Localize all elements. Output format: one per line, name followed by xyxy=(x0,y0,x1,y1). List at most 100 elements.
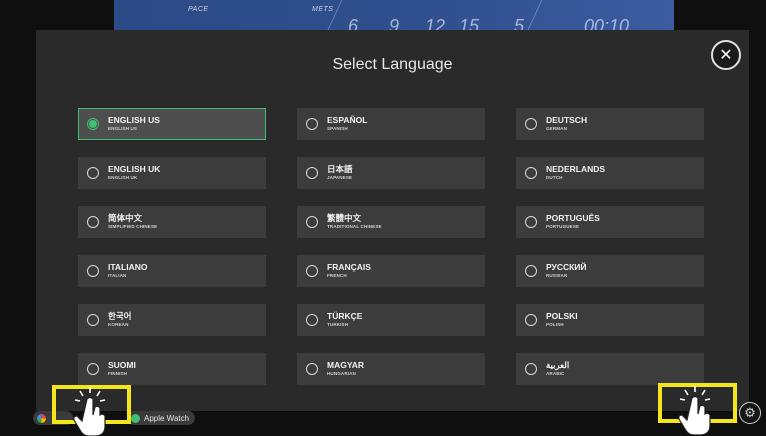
apple-watch-icon xyxy=(131,413,140,423)
language-name: 한국어 xyxy=(108,311,132,322)
radio-button[interactable] xyxy=(87,363,99,375)
language-text: العربية ARABIC xyxy=(546,361,569,376)
language-text: 한국어 KOREAN xyxy=(108,312,131,327)
modal-title: Select Language xyxy=(332,56,453,73)
radio-button[interactable] xyxy=(306,265,318,277)
radio-button[interactable] xyxy=(87,216,99,228)
radio-button[interactable] xyxy=(525,167,537,179)
language-option[interactable]: ESPAÑOL SPANISH xyxy=(297,108,485,140)
language-option[interactable]: NEDERLANDS DUTCH xyxy=(516,157,704,189)
settings-button[interactable]: ⚙ xyxy=(739,402,761,424)
workout-stats-banner: PACE METS 6 9 12 15 5 00:10 xyxy=(114,0,674,32)
language-name: DEUTSCH xyxy=(546,115,588,126)
language-subtitle: ARABIC xyxy=(546,370,565,376)
radio-button[interactable] xyxy=(525,118,537,130)
language-option[interactable]: 日本語 JAPANESE xyxy=(297,157,485,189)
language-name: PORTUGUÊS xyxy=(546,213,600,224)
language-text: ESPAÑOL SPANISH xyxy=(327,116,367,131)
language-option[interactable]: TÜRKÇE TURKISH xyxy=(297,304,485,336)
language-modal: Select Language ✕ ENGLISH US ENGLISH US ES… xyxy=(36,30,749,411)
mets-label: METS xyxy=(312,6,334,13)
language-option[interactable]: PORTUGUÊS PORTUGUESE xyxy=(516,206,704,238)
language-text: ENGLISH US ENGLISH US xyxy=(108,116,160,131)
apple-watch-button[interactable]: Apple Watch xyxy=(127,411,196,425)
radio-button[interactable] xyxy=(306,118,318,130)
close-button[interactable]: ✕ xyxy=(711,40,741,70)
radio-button[interactable] xyxy=(306,216,318,228)
language-name: MAGYAR xyxy=(327,360,364,371)
language-option[interactable]: ITALIANO ITALIAN xyxy=(78,255,266,287)
language-option[interactable]: SUOMI FINNISH xyxy=(78,353,266,385)
radio-button[interactable] xyxy=(87,118,99,130)
language-subtitle: JAPANESE xyxy=(327,174,353,180)
language-subtitle: SIMPLIFIED CHINESE xyxy=(108,223,158,229)
language-name: 繁體中文 xyxy=(327,213,362,224)
radio-button[interactable] xyxy=(87,314,99,326)
language-name: 日本語 xyxy=(327,164,353,175)
language-option[interactable]: FRANÇAIS FRENCH xyxy=(297,255,485,287)
close-icon: ✕ xyxy=(719,47,733,64)
radio-button[interactable] xyxy=(306,363,318,375)
language-option[interactable]: 한국어 KOREAN xyxy=(78,304,266,336)
language-subtitle: DUTCH xyxy=(546,174,563,180)
pointing-hand-icon xyxy=(73,387,106,436)
language-name: ITALIANO xyxy=(108,262,148,273)
radio-button[interactable] xyxy=(87,167,99,179)
language-option[interactable]: РУССКИЙ RUSSIAN xyxy=(516,255,704,287)
language-grid: ENGLISH US ENGLISH US ESPAÑOL SPANISH DEUTSC… xyxy=(78,108,704,385)
language-name: ENGLISH US xyxy=(108,115,160,126)
pace-label: PACE xyxy=(188,6,209,13)
apple-watch-label: Apple Watch xyxy=(144,413,190,423)
language-subtitle: POLISH xyxy=(546,321,564,327)
language-option[interactable]: ENGLISH UK ENGLISH UK xyxy=(78,157,266,189)
language-option[interactable]: 简体中文 SIMPLIFIED CHINESE xyxy=(78,206,266,238)
language-subtitle: ITALIAN xyxy=(108,272,127,278)
language-text: TÜRKÇE TURKISH xyxy=(327,312,362,327)
language-subtitle: ENGLISH US xyxy=(108,125,138,131)
pointing-hand-icon xyxy=(678,386,711,435)
radio-dot xyxy=(89,120,97,128)
language-name: POLSKI xyxy=(546,311,578,322)
language-text: РУССКИЙ RUSSIAN xyxy=(546,263,587,278)
language-text: 繁體中文 TRADITIONAL CHINESE xyxy=(327,214,382,229)
radio-button[interactable] xyxy=(306,167,318,179)
language-option[interactable]: MAGYAR HUNGARIAN xyxy=(297,353,485,385)
app-icon xyxy=(37,413,46,423)
language-name: ENGLISH UK xyxy=(108,164,161,175)
radio-button[interactable] xyxy=(525,265,537,277)
language-option[interactable]: 繁體中文 TRADITIONAL CHINESE xyxy=(297,206,485,238)
language-option[interactable]: POLSKI POLISH xyxy=(516,304,704,336)
language-text: 日本語 JAPANESE xyxy=(327,165,353,180)
radio-button[interactable] xyxy=(525,314,537,326)
language-text: FRANÇAIS FRENCH xyxy=(327,263,371,278)
language-subtitle: KOREAN xyxy=(108,321,129,327)
language-text: ITALIANO ITALIAN xyxy=(108,263,148,278)
language-subtitle: TURKISH xyxy=(327,321,349,327)
language-subtitle: FRENCH xyxy=(327,272,347,278)
language-option[interactable]: العربية ARABIC xyxy=(516,353,704,385)
radio-button[interactable] xyxy=(525,216,537,228)
language-subtitle: FINNISH xyxy=(108,370,128,376)
radio-button[interactable] xyxy=(87,265,99,277)
language-name: SUOMI xyxy=(108,360,136,371)
language-option[interactable]: ENGLISH US ENGLISH US xyxy=(78,108,266,140)
language-text: ENGLISH UK ENGLISH UK xyxy=(108,165,160,180)
language-text: DEUTSCH GERMAN xyxy=(546,116,587,131)
language-subtitle: SPANISH xyxy=(327,125,348,131)
language-name: NEDERLANDS xyxy=(546,164,606,175)
language-name: ESPAÑOL xyxy=(327,115,368,126)
language-text: SUOMI FINNISH xyxy=(108,361,136,376)
language-name: FRANÇAIS xyxy=(327,262,371,273)
language-text: POLSKI POLISH xyxy=(546,312,578,327)
radio-button[interactable] xyxy=(525,363,537,375)
language-option[interactable]: DEUTSCH GERMAN xyxy=(516,108,704,140)
language-subtitle: PORTUGUESE xyxy=(546,223,580,229)
language-name: РУССКИЙ xyxy=(546,262,587,273)
language-subtitle: ENGLISH UK xyxy=(108,174,138,180)
language-text: NEDERLANDS DUTCH xyxy=(546,165,605,180)
language-name: TÜRKÇE xyxy=(327,311,363,322)
language-name: العربية xyxy=(546,360,570,371)
radio-button[interactable] xyxy=(306,314,318,326)
language-text: PORTUGUÊS PORTUGUESE xyxy=(546,214,600,229)
language-text: MAGYAR HUNGARIAN xyxy=(327,361,364,376)
